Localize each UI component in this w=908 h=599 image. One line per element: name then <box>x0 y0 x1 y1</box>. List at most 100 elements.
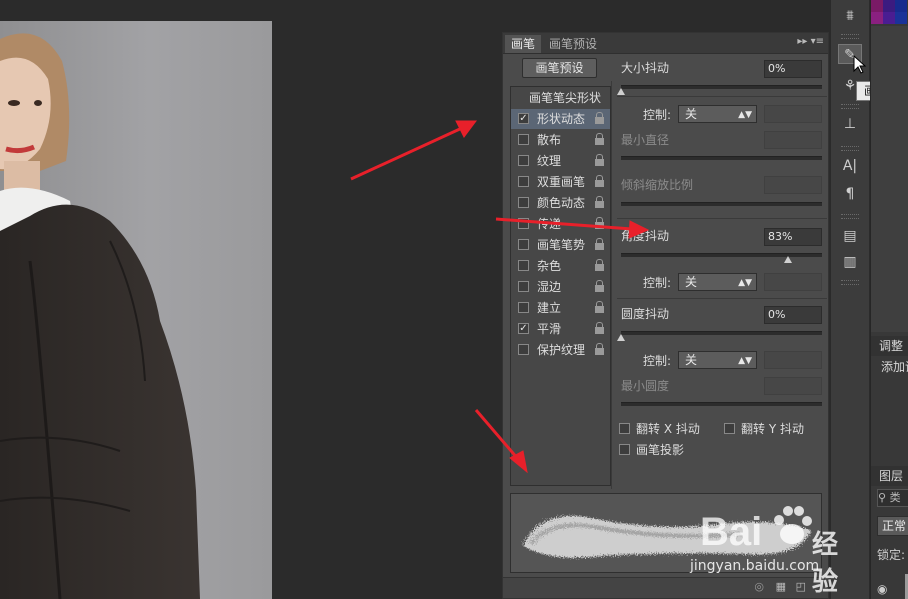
swatch-indigo[interactable] <box>883 0 895 12</box>
brush-option-checkbox[interactable]: ✓ <box>518 323 529 334</box>
brush-option-row[interactable]: 杂色 <box>511 256 610 276</box>
lock-icon[interactable] <box>595 196 604 208</box>
mouse-cursor-icon <box>853 55 867 74</box>
brush-option-row[interactable]: 纹理 <box>511 151 610 171</box>
layers-tab[interactable]: 图层 <box>871 466 908 486</box>
brush-option-checkbox[interactable]: ✓ <box>518 113 529 124</box>
min-diameter-slider <box>621 156 822 160</box>
brush-option-row[interactable]: 颜色动态 <box>511 193 610 213</box>
layer-filter-search[interactable]: ⚲ 类 <box>877 489 908 507</box>
panel-grip[interactable] <box>841 104 859 109</box>
toggle-live-tip-icon[interactable]: ◎ <box>754 580 764 593</box>
lock-icon[interactable] <box>595 343 604 355</box>
tab-brush-presets[interactable]: 画笔预设 <box>543 35 603 53</box>
brush-option-label: 散布 <box>537 133 562 147</box>
lock-icon[interactable] <box>595 238 604 250</box>
paragraph-icon[interactable]: ¶ <box>838 184 862 204</box>
lock-icon[interactable] <box>595 259 604 271</box>
size-jitter-thumb[interactable] <box>617 88 625 95</box>
brush-tip-shape-header[interactable]: 画笔笔尖形状 <box>511 88 610 108</box>
brush-option-label: 平滑 <box>537 322 562 336</box>
new-preset-icon[interactable]: ◰ <box>796 580 806 593</box>
panel-grip[interactable] <box>841 146 859 151</box>
brush-option-row[interactable]: 散布 <box>511 130 610 150</box>
flip-x-checkbox[interactable] <box>619 423 630 434</box>
brush-option-row[interactable]: 湿边 <box>511 277 610 297</box>
brush-option-checkbox[interactable] <box>518 239 529 250</box>
flip-y-label: 翻转 Y 抖动 <box>741 422 804 436</box>
color-panel-area <box>871 26 908 332</box>
brush-option-checkbox[interactable] <box>518 197 529 208</box>
brush-option-row[interactable]: 传递 <box>511 214 610 234</box>
brush-option-label: 双重画笔 <box>537 175 586 189</box>
roundness-jitter-label: 圆度抖动 <box>621 307 670 321</box>
angle-control-select[interactable]: 关 ▲▼ <box>678 273 757 291</box>
histogram-icon[interactable]: ⩩ <box>838 6 862 26</box>
swatch-navy[interactable] <box>895 12 907 24</box>
brush-option-row[interactable]: 保护纹理 <box>511 340 610 360</box>
angle-jitter-field[interactable]: 83% <box>764 228 822 246</box>
brush-option-row[interactable]: ✓ 平滑 <box>511 319 610 339</box>
tab-brush[interactable]: 画笔 <box>505 35 542 53</box>
size-jitter-field[interactable]: 0% <box>764 60 822 78</box>
brush-presets-button[interactable]: 画笔预设 <box>522 58 597 78</box>
roundness-jitter-thumb[interactable] <box>617 334 625 341</box>
roundness-control-select[interactable]: 关 ▲▼ <box>678 351 757 369</box>
brush-option-checkbox[interactable] <box>518 176 529 187</box>
lock-icon[interactable] <box>595 280 604 292</box>
roundness-jitter-slider[interactable] <box>621 331 822 335</box>
brush-option-row[interactable]: 画笔笔势 <box>511 235 610 255</box>
swatch-blue[interactable] <box>895 0 907 12</box>
panel-grip[interactable] <box>841 214 859 219</box>
angle-control-value: 关 <box>685 275 698 289</box>
panel-menu-icon[interactable]: ▸▸ ▾≡ <box>797 36 824 47</box>
lock-icon[interactable] <box>595 112 604 124</box>
brush-projection-checkbox[interactable] <box>619 444 630 455</box>
panel-grip[interactable] <box>841 34 859 39</box>
properties-icon[interactable]: ▤ <box>838 226 862 246</box>
swatch-violet[interactable] <box>883 12 895 24</box>
brush-option-checkbox[interactable] <box>518 218 529 229</box>
size-jitter-slider[interactable] <box>621 85 822 89</box>
brush-option-checkbox[interactable] <box>518 344 529 355</box>
lock-icon[interactable] <box>595 217 604 229</box>
document-canvas-photo <box>0 21 272 599</box>
brush-option-checkbox[interactable] <box>518 155 529 166</box>
brush-option-label: 画笔笔势 <box>537 238 586 252</box>
lock-icon[interactable] <box>595 154 604 166</box>
lock-icon[interactable] <box>595 322 604 334</box>
min-roundness-label: 最小圆度 <box>621 379 670 393</box>
grid-icon[interactable]: ▦ <box>776 580 786 593</box>
add-adjustment-label: 添加调 <box>881 360 908 374</box>
paw-icon <box>774 506 812 544</box>
adjustments-tab[interactable]: 调整 <box>871 336 908 356</box>
visibility-eye-icon[interactable]: ◉ <box>877 582 887 596</box>
min-diameter-label: 最小直径 <box>621 133 670 147</box>
brush-option-row[interactable]: 双重画笔 <box>511 172 610 192</box>
lock-icon[interactable] <box>595 175 604 187</box>
brush-option-row[interactable]: 建立 <box>511 298 610 318</box>
brush-option-checkbox[interactable] <box>518 302 529 313</box>
clone-source-icon[interactable]: ⊥ <box>838 114 862 134</box>
blend-mode-select[interactable]: 正常 <box>877 516 908 536</box>
lock-icon[interactable] <box>595 133 604 145</box>
swatch-magenta[interactable] <box>871 12 883 24</box>
character-icon[interactable]: A| <box>838 156 862 176</box>
angle-jitter-thumb[interactable] <box>783 256 792 263</box>
notes-icon[interactable]: ▥ <box>838 252 862 272</box>
size-control-select[interactable]: 关 ▲▼ <box>678 105 757 123</box>
brush-option-label: 颜色动态 <box>537 196 586 210</box>
roundness-jitter-field[interactable]: 0% <box>764 306 822 324</box>
lock-icon[interactable] <box>595 301 604 313</box>
swatch-purple[interactable] <box>871 0 883 12</box>
panel-grip[interactable] <box>841 280 859 285</box>
flip-x-label: 翻转 X 抖动 <box>636 422 700 436</box>
angle-jitter-slider[interactable] <box>621 253 822 257</box>
brush-option-checkbox[interactable] <box>518 281 529 292</box>
brush-option-checkbox[interactable] <box>518 134 529 145</box>
brush-option-row[interactable]: ✓ 形状动态 <box>511 109 610 129</box>
size-control-value: 关 <box>685 107 698 121</box>
roundness-control-value: 关 <box>685 353 698 367</box>
flip-y-checkbox[interactable] <box>724 423 735 434</box>
brush-option-checkbox[interactable] <box>518 260 529 271</box>
